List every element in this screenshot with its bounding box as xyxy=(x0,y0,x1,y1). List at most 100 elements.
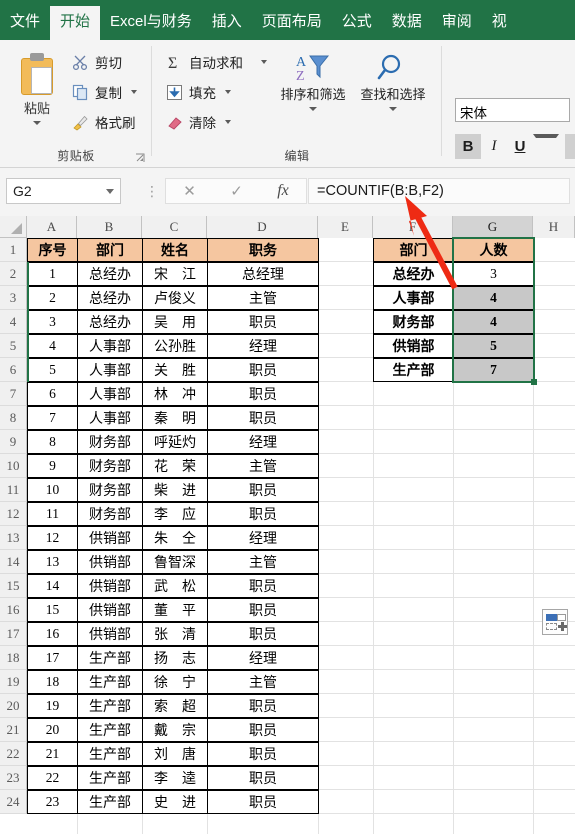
cell-g1[interactable]: 人数 xyxy=(453,238,534,262)
cell-b23[interactable]: 生产部 xyxy=(77,766,143,790)
cell-c24[interactable]: 史 进 xyxy=(142,790,208,814)
ribbon-tab-file[interactable]: 文件 xyxy=(0,6,50,40)
chevron-down-icon[interactable] xyxy=(533,134,559,159)
cell-c9[interactable]: 呼延灼 xyxy=(142,430,208,454)
cell-a16[interactable]: 15 xyxy=(27,598,78,622)
cell-c7[interactable]: 林 冲 xyxy=(142,382,208,406)
cell-b21[interactable]: 生产部 xyxy=(77,718,143,742)
cell-d1[interactable]: 职务 xyxy=(207,238,319,262)
row-header-9[interactable]: 9 xyxy=(0,430,27,454)
cell-a9[interactable]: 8 xyxy=(27,430,78,454)
cell-b4[interactable]: 总经办 xyxy=(77,310,143,334)
paste-button[interactable]: 粘贴 xyxy=(8,46,66,144)
chevron-down-icon[interactable] xyxy=(33,121,41,125)
bold-button[interactable]: B xyxy=(455,134,481,159)
cell-a12[interactable]: 11 xyxy=(27,502,78,526)
cell-d10[interactable]: 主管 xyxy=(207,454,319,478)
column-header-b[interactable]: B xyxy=(77,216,142,238)
underline-button[interactable]: U xyxy=(507,134,533,159)
cell-d11[interactable]: 职员 xyxy=(207,478,319,502)
row-header-15[interactable]: 15 xyxy=(0,574,27,598)
row-header-18[interactable]: 18 xyxy=(0,646,27,670)
cell-c8[interactable]: 秦 明 xyxy=(142,406,208,430)
cell-b3[interactable]: 总经办 xyxy=(77,286,143,310)
cell-d17[interactable]: 职员 xyxy=(207,622,319,646)
cell-g3[interactable]: 4 xyxy=(453,286,534,310)
grip-dots-icon[interactable]: ⋮ xyxy=(145,184,159,198)
cell-d5[interactable]: 经理 xyxy=(207,334,319,358)
cell-a4[interactable]: 3 xyxy=(27,310,78,334)
cell-c4[interactable]: 吴 用 xyxy=(142,310,208,334)
column-header-d[interactable]: D xyxy=(207,216,318,238)
cell-b14[interactable]: 供销部 xyxy=(77,550,143,574)
cell-c1[interactable]: 姓名 xyxy=(142,238,208,262)
fill-handle[interactable] xyxy=(531,379,537,385)
cell-b24[interactable]: 生产部 xyxy=(77,790,143,814)
cell-c5[interactable]: 公孙胜 xyxy=(142,334,208,358)
cell-c21[interactable]: 戴 宗 xyxy=(142,718,208,742)
cell-d24[interactable]: 职员 xyxy=(207,790,319,814)
column-header-a[interactable]: A xyxy=(27,216,77,238)
cell-a5[interactable]: 4 xyxy=(27,334,78,358)
cell-a13[interactable]: 12 xyxy=(27,526,78,550)
cell-c22[interactable]: 刘 唐 xyxy=(142,742,208,766)
cell-g5[interactable]: 5 xyxy=(453,334,534,358)
row-header-22[interactable]: 22 xyxy=(0,742,27,766)
cell-c6[interactable]: 关 胜 xyxy=(142,358,208,382)
cell-c23[interactable]: 李 逵 xyxy=(142,766,208,790)
row-header-3[interactable]: 3 xyxy=(0,286,27,310)
cell-a18[interactable]: 17 xyxy=(27,646,78,670)
cell-a15[interactable]: 14 xyxy=(27,574,78,598)
fill-button[interactable]: 填充 xyxy=(166,82,231,102)
cell-f2[interactable]: 总经办 xyxy=(373,262,454,286)
chevron-down-icon[interactable] xyxy=(106,188,114,194)
row-header-7[interactable]: 7 xyxy=(0,382,27,406)
cell-b13[interactable]: 供销部 xyxy=(77,526,143,550)
cancel-x-icon[interactable]: ✕ xyxy=(183,182,196,200)
cell-b8[interactable]: 人事部 xyxy=(77,406,143,430)
cell-c16[interactable]: 董 平 xyxy=(142,598,208,622)
cell-f1[interactable]: 部门 xyxy=(373,238,454,262)
cell-f4[interactable]: 财务部 xyxy=(373,310,454,334)
confirm-check-icon[interactable]: ✓ xyxy=(230,182,243,200)
row-header-19[interactable]: 19 xyxy=(0,670,27,694)
cell-d6[interactable]: 职员 xyxy=(207,358,319,382)
cell-d8[interactable]: 职员 xyxy=(207,406,319,430)
row-header-13[interactable]: 13 xyxy=(0,526,27,550)
cell-g6[interactable]: 7 xyxy=(453,358,534,382)
find-and-select-button[interactable]: 查找和选择 xyxy=(354,48,432,111)
name-box[interactable]: G2 xyxy=(6,178,121,204)
cell-b18[interactable]: 生产部 xyxy=(77,646,143,670)
cell-b5[interactable]: 人事部 xyxy=(77,334,143,358)
font-name-input[interactable]: 宋体 xyxy=(455,98,570,122)
ribbon-tab-formulas[interactable]: 公式 xyxy=(332,6,382,40)
autosum-button[interactable]: Σ 自动求和 xyxy=(166,52,267,72)
copy-button[interactable]: 复制 xyxy=(72,82,137,102)
cell-a14[interactable]: 13 xyxy=(27,550,78,574)
cell-b16[interactable]: 供销部 xyxy=(77,598,143,622)
row-header-17[interactable]: 17 xyxy=(0,622,27,646)
cell-c3[interactable]: 卢俊义 xyxy=(142,286,208,310)
cell-c10[interactable]: 花 荣 xyxy=(142,454,208,478)
cell-d12[interactable]: 职员 xyxy=(207,502,319,526)
cell-b11[interactable]: 财务部 xyxy=(77,478,143,502)
cell-d16[interactable]: 职员 xyxy=(207,598,319,622)
cut-button[interactable]: 剪切 xyxy=(72,52,122,72)
row-header-14[interactable]: 14 xyxy=(0,550,27,574)
cell-b17[interactable]: 供销部 xyxy=(77,622,143,646)
insert-function-icon[interactable]: fx xyxy=(277,182,289,200)
row-header-10[interactable]: 10 xyxy=(0,454,27,478)
ribbon-tab-view[interactable]: 视 xyxy=(482,6,517,40)
row-header-8[interactable]: 8 xyxy=(0,406,27,430)
formula-input[interactable]: =COUNTIF(B:B,F2) xyxy=(308,178,570,204)
cell-d14[interactable]: 主管 xyxy=(207,550,319,574)
chevron-down-icon[interactable] xyxy=(389,106,397,111)
chevron-down-icon[interactable] xyxy=(309,106,317,111)
cell-a21[interactable]: 20 xyxy=(27,718,78,742)
column-header-c[interactable]: C xyxy=(142,216,207,238)
cell-b6[interactable]: 人事部 xyxy=(77,358,143,382)
ribbon-tab-home[interactable]: 开始 xyxy=(50,6,101,40)
cell-a23[interactable]: 22 xyxy=(27,766,78,790)
cell-c2[interactable]: 宋 江 xyxy=(142,262,208,286)
cell-f5[interactable]: 供销部 xyxy=(373,334,454,358)
